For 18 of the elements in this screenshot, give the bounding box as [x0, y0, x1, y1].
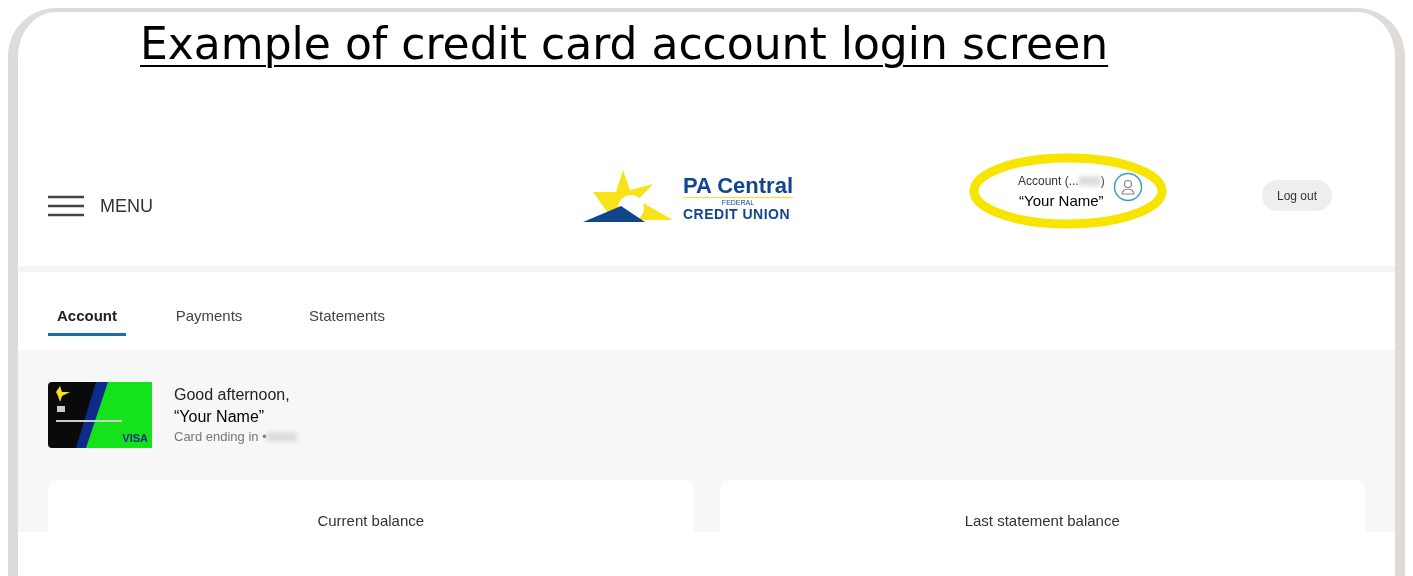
menu-icon	[48, 195, 84, 217]
user-name: “Your Name”	[174, 407, 266, 427]
logo-credit-union: CREDIT UNION	[683, 207, 792, 221]
logo-name: PA Central	[683, 175, 794, 197]
greeting-text: Good afternoon,	[174, 385, 291, 405]
account-number: Account (... )	[1018, 173, 1105, 190]
account-name: “Your Name”	[1019, 191, 1104, 211]
tab[interactable]: Payments	[154, 304, 264, 336]
credit-card-image: VISA	[48, 382, 152, 448]
menu-button[interactable]: MENU	[48, 192, 153, 220]
balance-label: Current balance	[317, 511, 425, 530]
user-icon[interactable]	[1112, 172, 1143, 202]
logout-button[interactable]: Log out	[1262, 180, 1333, 211]
tab[interactable]: Account	[48, 304, 126, 336]
balance-label: Last statement balance	[964, 511, 1120, 530]
tab[interactable]: Statements	[292, 304, 402, 336]
card-ending-text: Card ending in •	[174, 428, 297, 446]
page-title: Example of credit card account login screen	[140, 17, 1109, 71]
